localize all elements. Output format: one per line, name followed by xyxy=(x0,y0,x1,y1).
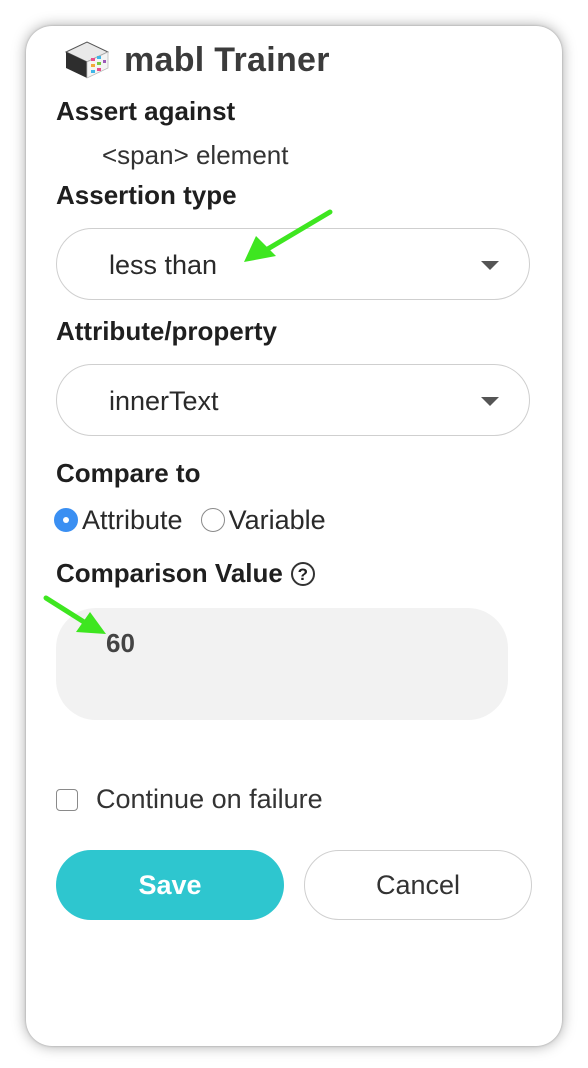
header: mabl Trainer xyxy=(62,38,330,82)
comparison-value-label-row: Comparison Value? xyxy=(56,558,315,589)
radio-option-variable[interactable]: Variable xyxy=(200,504,326,536)
continue-on-failure-checkbox[interactable] xyxy=(56,788,78,811)
help-circle-icon[interactable]: ? xyxy=(290,562,315,586)
app-title: mabl Trainer xyxy=(124,40,330,79)
radio-option-attribute[interactable]: Attribute xyxy=(54,505,183,536)
assert-against-label: Assert against xyxy=(56,96,236,126)
radio-label-variable: Variable xyxy=(228,504,326,535)
comparison-value-label: Comparison Value xyxy=(56,558,283,588)
compare-to-label: Compare to xyxy=(56,458,201,488)
comparison-value-input[interactable]: 60 xyxy=(56,608,508,720)
attribute-property-select[interactable]: innerText xyxy=(56,364,530,436)
continue-on-failure-row[interactable]: Continue on failure xyxy=(56,784,323,815)
compare-to-radio-group: Attribute Variable xyxy=(54,502,344,538)
attribute-property-value: innerText xyxy=(109,386,219,416)
assertion-type-select[interactable]: less than xyxy=(56,228,530,300)
attribute-property-label: Attribute/property xyxy=(56,316,277,346)
radio-label-attribute: Attribute xyxy=(82,504,183,535)
chevron-down-icon xyxy=(481,261,499,270)
radio-button-variable[interactable] xyxy=(200,508,225,532)
cancel-button[interactable]: Cancel xyxy=(304,850,532,920)
assert-against-element: <span> element xyxy=(102,140,289,170)
mabl-trainer-panel: mabl Trainer Assert against <span> eleme… xyxy=(26,26,562,1046)
chevron-down-icon xyxy=(481,397,499,406)
mabl-logo-icon xyxy=(64,41,110,79)
continue-on-failure-label: Continue on failure xyxy=(96,784,323,814)
comparison-value-text: 60 xyxy=(106,628,135,658)
assertion-type-label: Assertion type xyxy=(56,180,237,210)
radio-button-attribute[interactable] xyxy=(54,508,78,532)
save-button[interactable]: Save xyxy=(56,850,284,920)
assertion-type-value: less than xyxy=(109,250,218,280)
